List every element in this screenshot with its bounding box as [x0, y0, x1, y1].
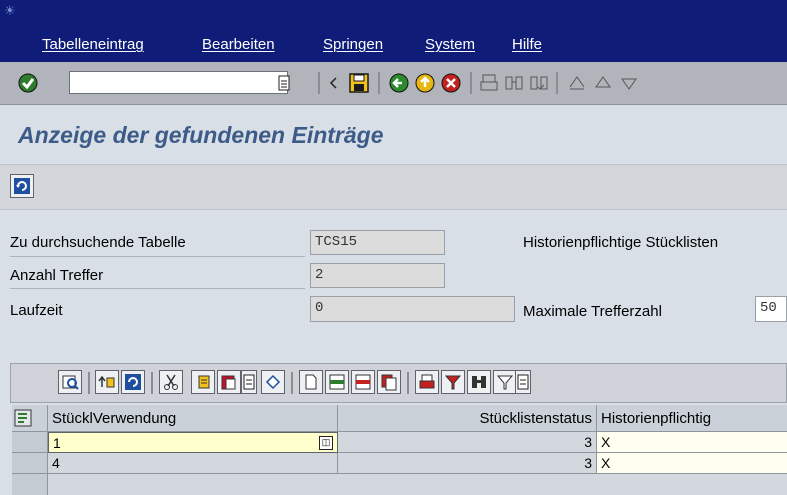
table-empty-row: [48, 474, 787, 495]
table-label: Zu durchsuchende Tabelle: [10, 234, 186, 251]
alv-refresh-button[interactable]: [121, 370, 145, 394]
new-row-icon: [305, 374, 317, 390]
filter-button[interactable]: [441, 370, 465, 394]
select-all-button[interactable]: [12, 405, 48, 432]
cell-value: 1: [53, 435, 61, 451]
copy-row-button[interactable]: [377, 370, 401, 394]
menu-bar: ☀ Tabelleneintrag Bearbeiten Springen Sy…: [0, 0, 787, 62]
table-row-1-status[interactable]: 3: [338, 432, 597, 453]
insert-row-icon: [329, 374, 345, 390]
green-back-icon[interactable]: [388, 72, 410, 94]
alv-toolbar: [10, 363, 787, 403]
insert-row-button[interactable]: [325, 370, 349, 394]
page-title: Anzeige der gefundenen Einträge: [18, 122, 384, 148]
application-toolbar: [0, 164, 787, 210]
next-page-icon[interactable]: [618, 72, 640, 94]
table-row-2-verwendung[interactable]: 4: [48, 453, 338, 474]
max-hits-field[interactable]: 50: [755, 296, 787, 322]
runtime-label-row: Laufzeit: [10, 296, 305, 322]
hits-label-row: Anzahl Treffer: [10, 262, 305, 289]
table-row-2-status[interactable]: 3: [338, 453, 597, 474]
cancel-icon[interactable]: [440, 72, 462, 94]
exit-icon[interactable]: [414, 72, 436, 94]
copy-row-icon: [381, 374, 397, 391]
col-header-verwendung[interactable]: StücklVerwendung: [48, 405, 338, 432]
row-selector[interactable]: [12, 432, 48, 453]
window-menu-icon[interactable]: ☀: [4, 4, 18, 19]
runtime-field[interactable]: 0: [310, 296, 515, 322]
alv-find-button[interactable]: [467, 370, 491, 394]
prev-page-icon[interactable]: [592, 72, 614, 94]
paste-dropdown-icon: [243, 374, 255, 390]
menu-system[interactable]: System: [425, 36, 475, 53]
table-field[interactable]: TCS15: [310, 230, 445, 255]
refresh-button[interactable]: [10, 174, 34, 198]
delete-row-icon: [355, 374, 371, 390]
table-label-row: Zu durchsuchende Tabelle: [10, 230, 305, 257]
delete-row-button[interactable]: [351, 370, 375, 394]
col-header-status[interactable]: Stücklistenstatus: [338, 405, 597, 432]
refresh-icon: [14, 178, 30, 194]
hits-label: Anzahl Treffer: [10, 267, 104, 284]
max-hits-label: Maximale Trefferzahl: [523, 303, 662, 320]
cut-icon: [164, 374, 178, 390]
menu-springen[interactable]: Springen: [323, 36, 383, 53]
find-icon: [472, 376, 486, 388]
paste-dropdown-button[interactable]: [241, 370, 257, 394]
filter-dropdown-button[interactable]: [515, 370, 531, 394]
undo-icon: [265, 374, 281, 390]
first-page-icon[interactable]: [566, 72, 588, 94]
set-filter-icon: [496, 375, 514, 390]
f4-help-icon[interactable]: ◫: [319, 436, 333, 450]
details-button[interactable]: [58, 370, 82, 394]
sort-ascending-button[interactable]: [95, 370, 119, 394]
copy-button[interactable]: [191, 370, 215, 394]
menu-bearbeiten[interactable]: Bearbeiten: [202, 36, 275, 53]
sort-ascending-icon: [98, 375, 115, 388]
cut-button[interactable]: [159, 370, 183, 394]
table-description: Historienpflichtige Stücklisten: [523, 234, 719, 251]
col-header-historie[interactable]: Historienpflichtig: [597, 405, 787, 432]
table-row-1-historie[interactable]: X: [597, 432, 787, 453]
table-row-1-verwendung[interactable]: 1 ◫: [48, 432, 338, 453]
back-icon[interactable]: [326, 72, 340, 94]
runtime-label: Laufzeit: [10, 302, 63, 319]
undo-button[interactable]: [261, 370, 285, 394]
print-icon[interactable]: [478, 72, 500, 94]
details-icon: [62, 375, 79, 390]
find-icon[interactable]: [503, 72, 525, 94]
menu-tabelleneintrag[interactable]: Tabelleneintrag: [42, 36, 144, 53]
row-selector[interactable]: [12, 453, 48, 474]
paste-button[interactable]: [217, 370, 241, 394]
set-filter-button[interactable]: [493, 370, 517, 394]
table-row-2-historie[interactable]: X: [597, 453, 787, 474]
find-next-icon[interactable]: [528, 72, 550, 94]
filter-icon: [444, 375, 462, 390]
copy-icon: [198, 375, 210, 389]
system-toolbar: [0, 62, 787, 105]
new-row-button[interactable]: [299, 370, 323, 394]
command-history-icon[interactable]: [277, 74, 291, 92]
alv-print-button[interactable]: [415, 370, 439, 394]
row-selector[interactable]: [12, 474, 48, 495]
save-icon[interactable]: [348, 72, 370, 94]
print-icon: [419, 374, 435, 389]
enter-icon[interactable]: [17, 72, 39, 94]
command-field[interactable]: [69, 71, 288, 94]
select-all-icon: [14, 409, 32, 427]
hits-field[interactable]: 2: [310, 263, 445, 288]
refresh-icon: [125, 374, 141, 390]
menu-hilfe[interactable]: Hilfe: [512, 36, 542, 53]
paste-icon: [221, 375, 236, 390]
filter-dropdown-icon: [517, 374, 529, 390]
